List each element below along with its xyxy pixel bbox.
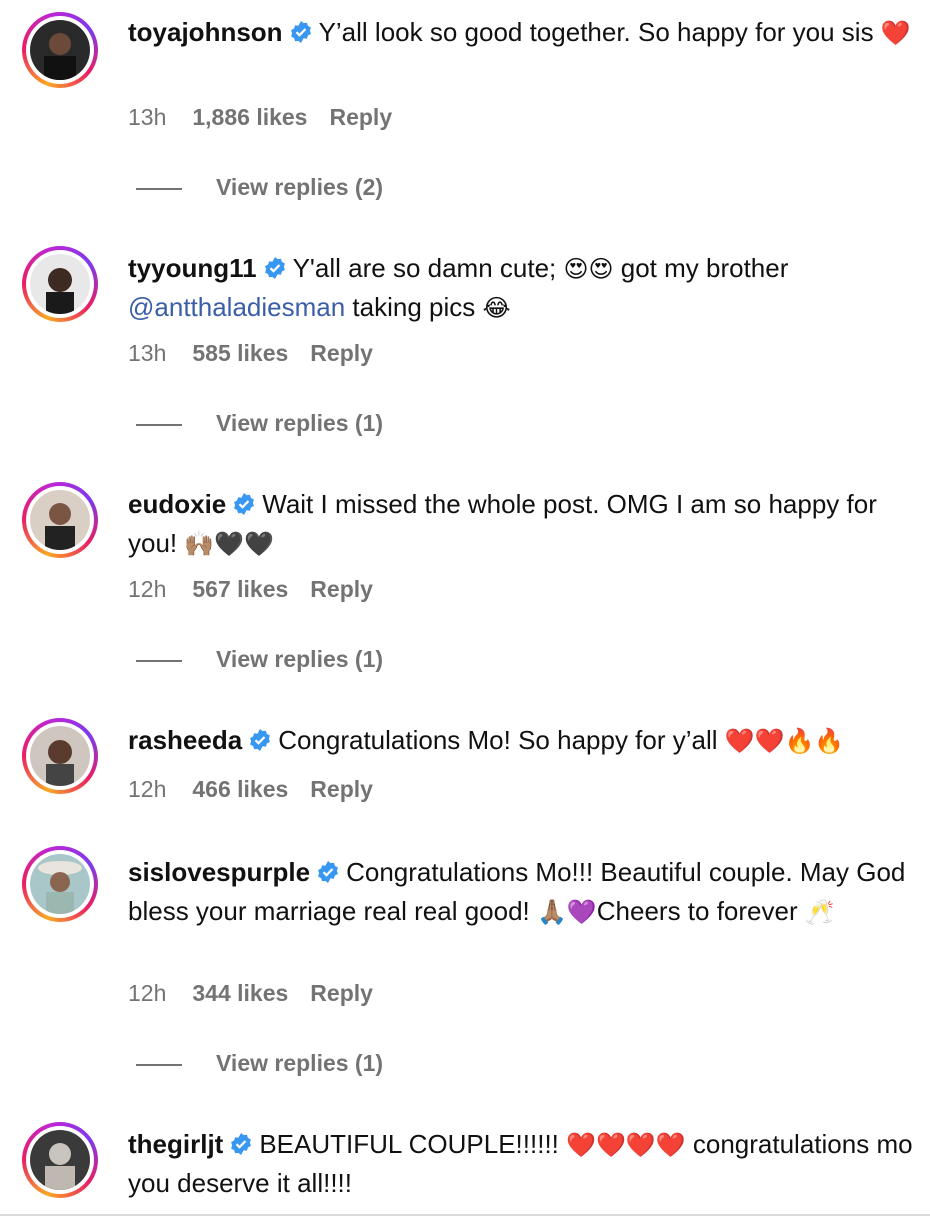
comment-body: taking pics: [345, 292, 483, 322]
comment-body: Cheers to forever: [596, 896, 805, 926]
divider: [0, 1214, 930, 1216]
comment-username[interactable]: sislovespurple: [128, 857, 310, 887]
divider: [136, 187, 182, 190]
view-replies-button[interactable]: View replies (2): [136, 174, 383, 201]
reply-button[interactable]: Reply: [310, 340, 373, 366]
comment-text: sislovespurple Congratulations Mo!!! Beau…: [128, 854, 913, 930]
comment-body: got my brother: [613, 253, 789, 283]
comment-time: 12h: [128, 980, 167, 1006]
champagne-emoji: 🥂: [804, 898, 835, 926]
comment-text: toyajohnson Y’all look so good together. …: [128, 14, 913, 53]
comment-text: eudoxie Wait I missed the whole post. OMG…: [128, 486, 913, 562]
avatar[interactable]: [22, 12, 98, 88]
avatar[interactable]: [22, 1122, 98, 1198]
comment-meta: 12h 466 likes Reply: [128, 776, 395, 803]
verified-badge-icon: [316, 857, 340, 893]
view-replies-button[interactable]: View replies (1): [136, 646, 383, 673]
view-replies-button[interactable]: View replies (1): [136, 410, 383, 437]
comment-body: BEAUTIFUL COUPLE!!!!!!: [259, 1129, 567, 1159]
heart-fire-emoji: ❤️❤️🔥🔥: [724, 727, 845, 755]
verified-badge-icon: [289, 17, 313, 53]
comment-text: thegirljt BEAUTIFUL COUPLE!!!!!! ❤️❤️❤️❤️…: [128, 1126, 913, 1201]
avatar[interactable]: [22, 482, 98, 558]
comment-username[interactable]: rasheeda: [128, 725, 242, 755]
comment-time: 12h: [128, 576, 167, 602]
verified-badge-icon: [263, 253, 287, 289]
verified-badge-icon: [232, 489, 256, 525]
comment-text: rasheeda Congratulations Mo! So happy for…: [128, 722, 913, 761]
comment-meta: 13h 1,886 likes Reply: [128, 104, 414, 131]
pray-heart-emoji: 🙏🏽💜: [536, 898, 597, 926]
raised-hands-emoji: 🙌🏽🖤🖤: [184, 530, 275, 558]
likes-count[interactable]: 567 likes: [192, 576, 288, 602]
verified-badge-icon: [229, 1129, 253, 1165]
likes-count[interactable]: 585 likes: [192, 340, 288, 366]
divider: [136, 659, 182, 662]
comment-time: 12h: [128, 776, 167, 802]
divider: [136, 423, 182, 426]
verified-badge-icon: [248, 725, 272, 761]
comment-username[interactable]: toyajohnson: [128, 17, 283, 47]
divider: [136, 1063, 182, 1066]
comment-time: 13h: [128, 340, 167, 366]
laughing-emoji: 😂: [482, 294, 511, 322]
avatar[interactable]: [22, 246, 98, 322]
comment-username[interactable]: eudoxie: [128, 489, 226, 519]
reply-button[interactable]: Reply: [310, 980, 373, 1006]
heart-eyes-emoji: 😍😍: [563, 255, 614, 283]
comment-body: Congratulations Mo! So happy for y’all: [278, 725, 725, 755]
avatar[interactable]: [22, 846, 98, 922]
heart-emoji: ❤️: [880, 19, 911, 47]
comment-body: Y'all are so damn cute;: [292, 253, 564, 283]
hearts-emoji: ❤️❤️❤️❤️: [566, 1131, 686, 1159]
comment-meta: 13h 585 likes Reply: [128, 340, 395, 367]
comment-time: 13h: [128, 104, 167, 130]
avatar[interactable]: [22, 718, 98, 794]
reply-button[interactable]: Reply: [310, 576, 373, 602]
mention-link[interactable]: @antthaladiesman: [128, 292, 345, 322]
reply-button[interactable]: Reply: [329, 104, 392, 130]
comment-username[interactable]: thegirljt: [128, 1129, 223, 1159]
reply-button[interactable]: Reply: [310, 776, 373, 802]
view-replies-button[interactable]: View replies (1): [136, 1050, 383, 1077]
view-replies-label[interactable]: View replies (1): [216, 646, 383, 672]
comment-username[interactable]: tyyoung11: [128, 253, 257, 283]
view-replies-label[interactable]: View replies (1): [216, 1050, 383, 1076]
likes-count[interactable]: 466 likes: [192, 776, 288, 802]
comment-meta: 12h 344 likes Reply: [128, 980, 395, 1007]
comment-text: tyyoung11 Y'all are so damn cute; 😍😍 got …: [128, 250, 913, 326]
comment-body: Y’all look so good together. So happy fo…: [318, 17, 881, 47]
likes-count[interactable]: 1,886 likes: [192, 104, 307, 130]
comment-meta: 12h 567 likes Reply: [128, 576, 395, 603]
view-replies-label[interactable]: View replies (2): [216, 174, 383, 200]
view-replies-label[interactable]: View replies (1): [216, 410, 383, 436]
likes-count[interactable]: 344 likes: [192, 980, 288, 1006]
